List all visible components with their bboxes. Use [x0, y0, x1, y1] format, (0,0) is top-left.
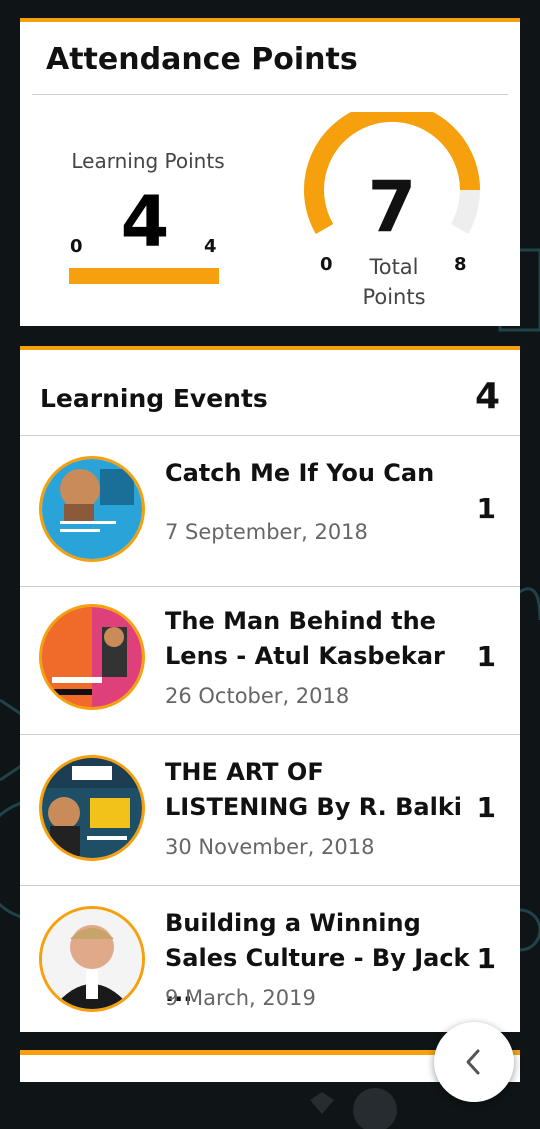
divider [32, 94, 508, 95]
learning-events-count: 4 [474, 376, 500, 417]
chevron-left-icon [466, 1049, 480, 1075]
learning-events-card: Learning Events 4 Catch Me If You Can 7 … [20, 346, 520, 1032]
learning-events-header: Learning Events 4 [20, 350, 520, 436]
event-row[interactable]: THE ART OF LISTENING By R. Balki 30 Nove… [20, 735, 520, 886]
event-date: 9 March, 2019 [165, 986, 316, 1010]
learning-points-min: 0 [70, 236, 83, 257]
event-points: 1 [476, 942, 496, 975]
learning-points-progress-fill [69, 268, 219, 284]
total-points-label: Total Points [362, 255, 426, 309]
total-points-min: 0 [320, 254, 333, 275]
learning-points-label: Learning Points [71, 149, 225, 173]
event-name: The Man Behind the Lens - Atul Kasbekar [165, 607, 445, 670]
learning-points-value: 4 [120, 181, 170, 263]
total-points-value: 7 [367, 166, 417, 248]
event-poster-catch-me [39, 456, 145, 562]
event-date: 7 September, 2018 [165, 520, 368, 544]
learning-points-max: 4 [204, 236, 217, 257]
total-points-max: 8 [454, 254, 467, 275]
event-date: 26 October, 2018 [165, 684, 350, 708]
event-points: 1 [476, 492, 496, 525]
card-title: Attendance Points [46, 42, 358, 77]
event-points: 1 [476, 640, 496, 673]
event-date: 30 November, 2018 [165, 835, 375, 859]
back-button[interactable] [434, 1022, 514, 1102]
learning-points-progress-bar [69, 268, 219, 284]
event-poster-art-of-listening [39, 755, 145, 861]
event-name: THE ART OF LISTENING By R. Balki [165, 758, 463, 821]
event-row[interactable]: Catch Me If You Can 7 September, 2018 1 [20, 436, 520, 587]
event-row[interactable]: Building a Winning Sales Culture - By Ja… [20, 886, 520, 1037]
event-row[interactable]: The Man Behind the Lens - Atul Kasbekar … [20, 584, 520, 735]
learning-events-title: Learning Events [40, 384, 268, 413]
speaker-photo-jack [39, 906, 145, 1012]
event-points: 1 [476, 791, 496, 824]
event-name: Catch Me If You Can [165, 459, 435, 487]
event-poster-atul-kasbekar [39, 604, 145, 710]
attendance-points-card: Attendance Points Learning Points 4 0 4 … [20, 18, 520, 326]
